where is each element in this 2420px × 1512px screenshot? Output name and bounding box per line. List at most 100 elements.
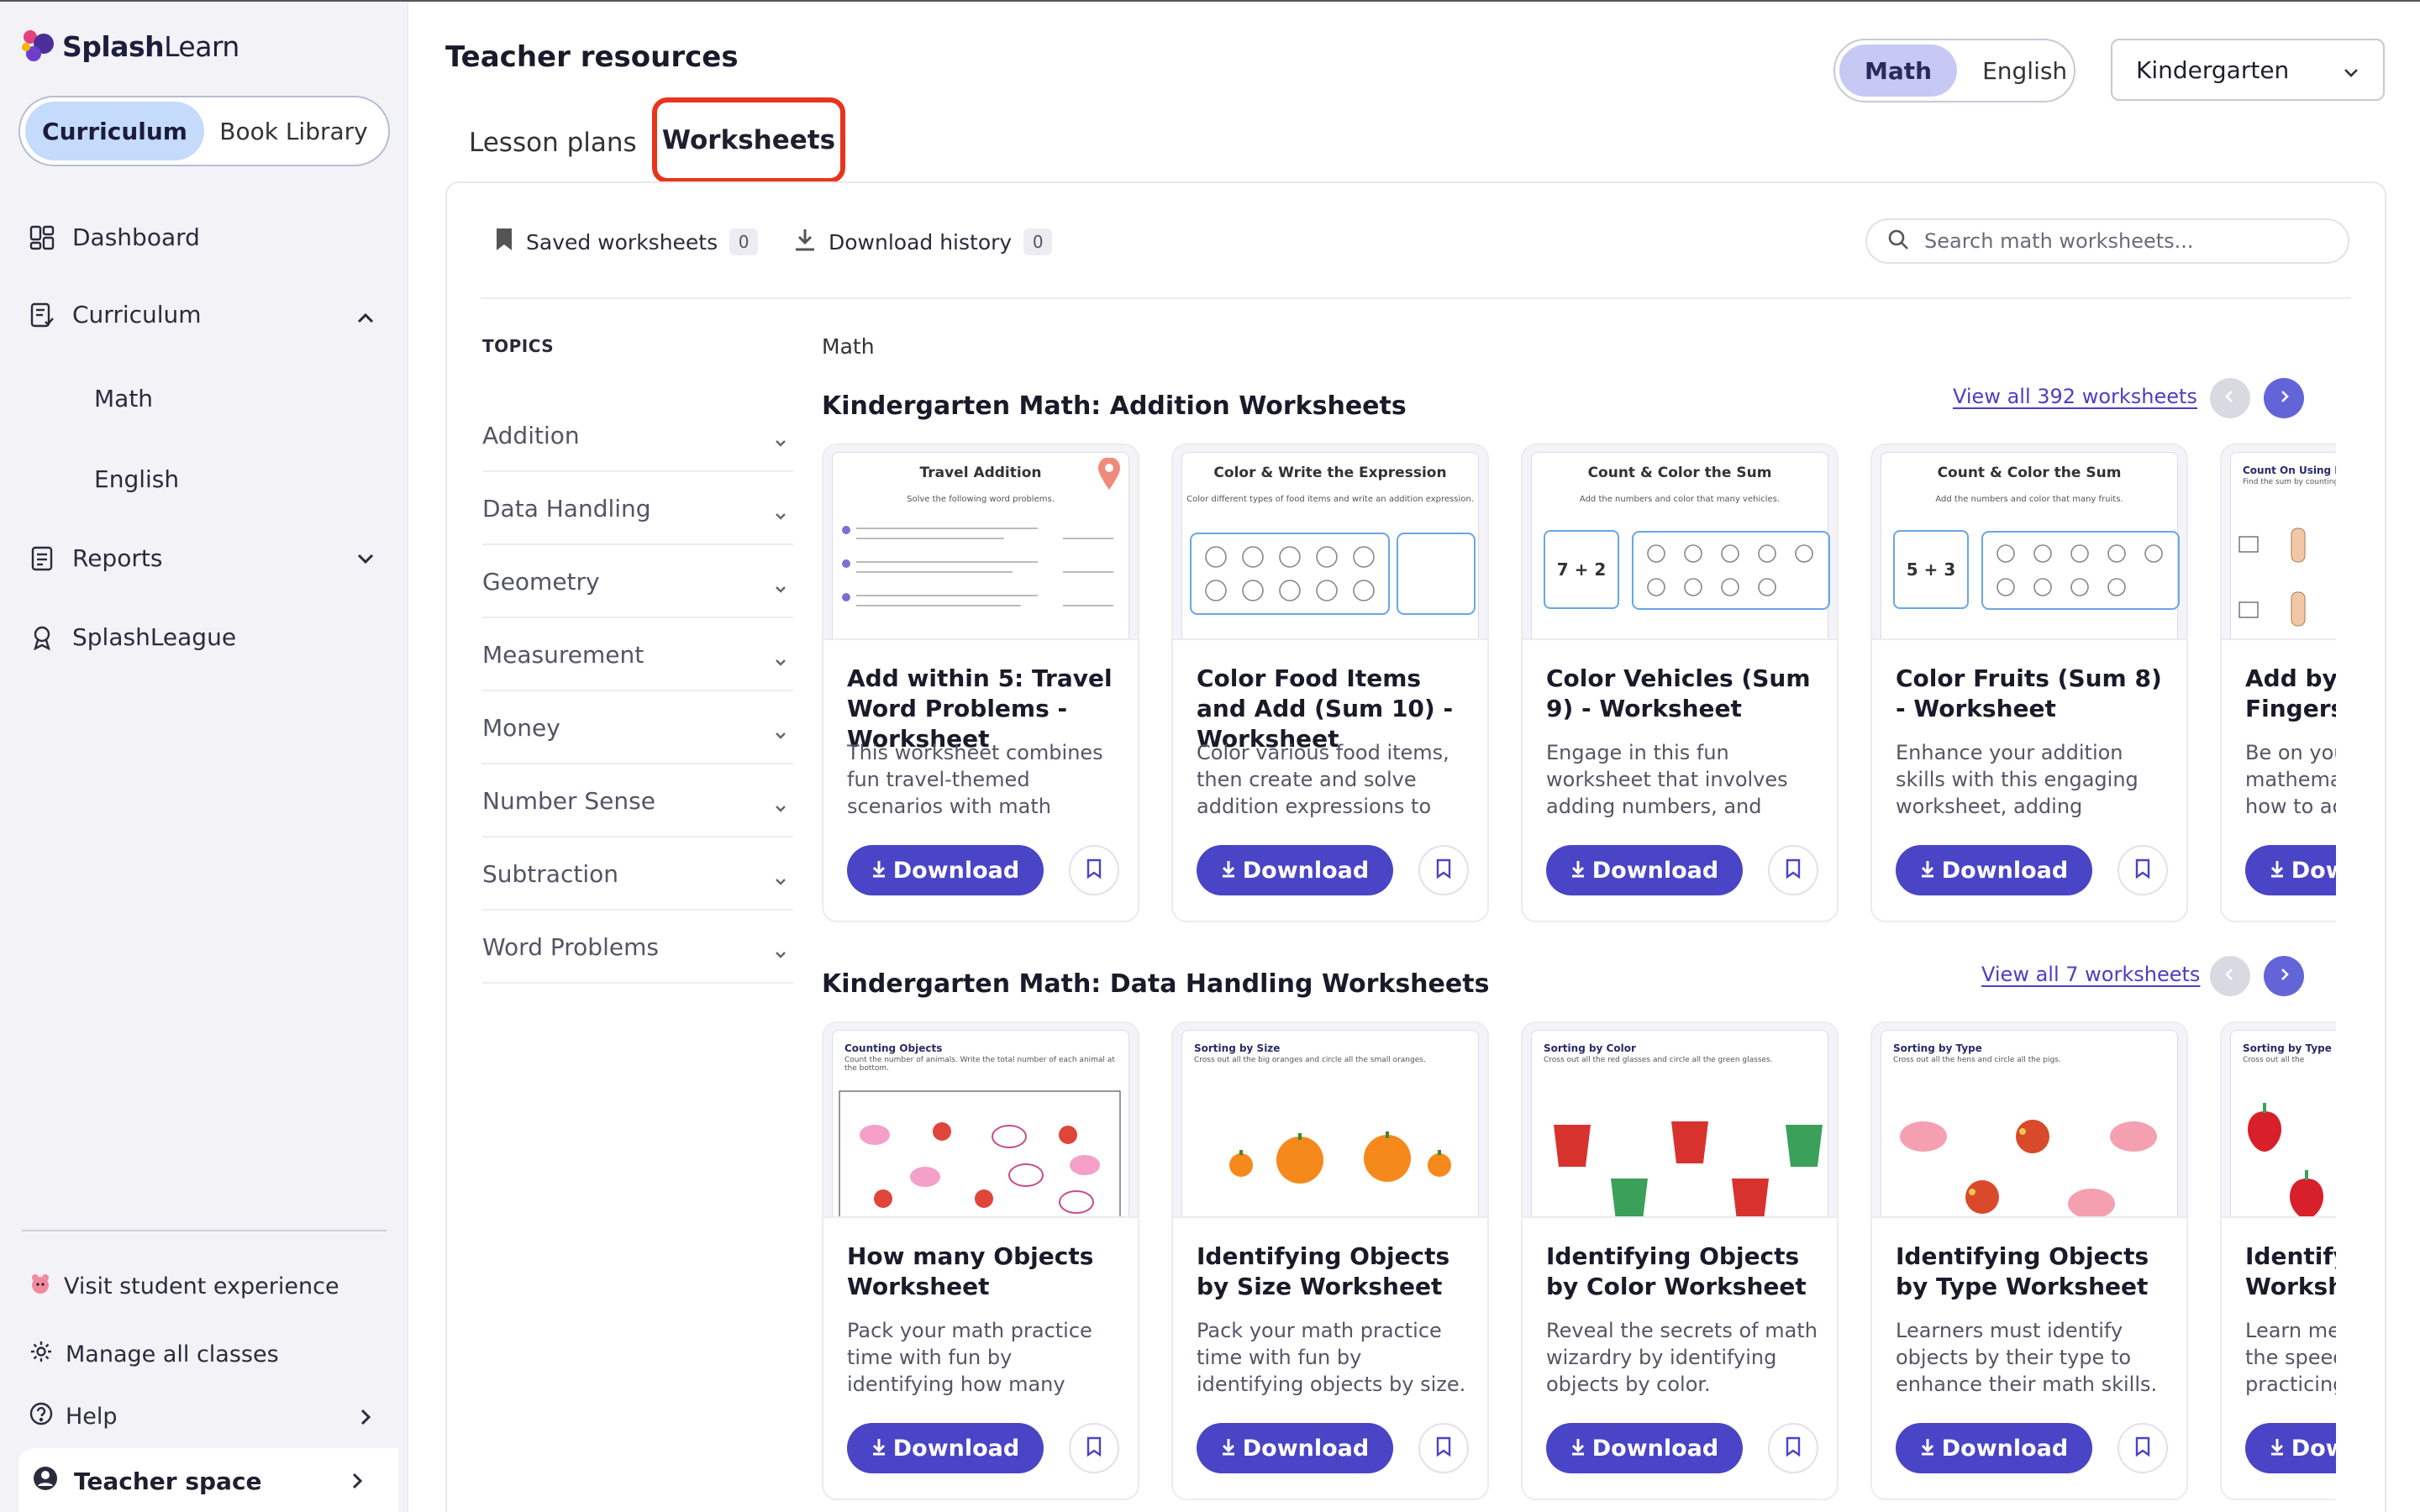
download-button[interactable]: Download <box>1896 845 2092 895</box>
download-history-link[interactable]: Download history 0 <box>793 227 1053 257</box>
worksheet-card[interactable]: Sorting by Color Cross out all the red gl… <box>1521 1021 1839 1500</box>
view-all-worksheets-link[interactable]: View all 392 worksheets <box>1953 385 2197 408</box>
logo-icon <box>18 27 57 66</box>
search-input[interactable] <box>1924 229 2328 253</box>
worksheet-thumbnail[interactable]: Color & Write the Expression Color differ… <box>1173 445 1487 640</box>
tab-lesson-plans[interactable]: Lesson plans <box>469 128 637 158</box>
search-icon <box>1887 228 1909 254</box>
book-library-toggle-button[interactable]: Book Library <box>204 102 383 160</box>
topic-item[interactable]: Geometry <box>482 546 793 618</box>
worksheet-thumbnail[interactable]: Count & Color the Sum Add the numbers and… <box>1523 445 1837 640</box>
chevron-down-icon <box>773 794 788 812</box>
view-all-worksheets-link[interactable]: View all 7 worksheets <box>1981 963 2200 986</box>
tab-worksheets[interactable]: Worksheets <box>652 97 845 183</box>
worksheet-thumbnail[interactable]: Counting Objects Count the number of anim… <box>823 1023 1138 1218</box>
download-button[interactable]: Download <box>1896 1423 2092 1473</box>
worksheet-card[interactable]: Sorting by Size Cross out all the big ora… <box>1171 1021 1489 1500</box>
worksheet-card[interactable]: Counting Objects Count the number of anim… <box>822 1021 1139 1500</box>
worksheet-thumbnail[interactable]: Count On Using Fing Find the sum by count… <box>2222 445 2336 640</box>
bookmark-icon <box>494 227 514 257</box>
carousel-prev-button[interactable] <box>2210 956 2250 996</box>
worksheet-title[interactable]: Add by Counting Fingers Worksheet <box>2245 664 2336 724</box>
topic-item[interactable]: Data Handling <box>482 473 793 545</box>
teacher-space-button[interactable]: Teacher space <box>18 1448 398 1512</box>
download-button[interactable]: Download <box>847 1423 1044 1473</box>
worksheet-title[interactable]: Identify Objects Worksheet <box>2245 1242 2336 1302</box>
worksheet-title[interactable]: Color Fruits (Sum 8) - Worksheet <box>1896 664 2173 724</box>
download-button[interactable]: Download <box>847 845 1044 895</box>
splashlearn-logo[interactable]: SplashLearn <box>18 27 239 66</box>
topic-item[interactable]: Word Problems <box>482 911 793 984</box>
sidebar-item-reports[interactable]: Reports <box>29 544 162 572</box>
chevron-down-icon[interactable] <box>353 546 378 571</box>
topic-item[interactable]: Addition <box>482 400 793 472</box>
help-link[interactable]: Help <box>29 1401 118 1432</box>
sidebar-item-curriculum[interactable]: Curriculum <box>29 301 202 328</box>
worksheet-thumbnail[interactable]: Count & Color the Sum Add the numbers and… <box>1872 445 2186 640</box>
carousel-next-button[interactable] <box>2264 956 2304 996</box>
topics-heading: TOPICS <box>482 336 555 356</box>
worksheet-card[interactable]: Sorting by Type Cross out all the hens an… <box>1870 1021 2188 1500</box>
bookmark-icon <box>1785 858 1802 882</box>
curriculum-toggle-button[interactable]: Curriculum <box>25 102 204 160</box>
worksheet-card[interactable]: Sorting by Type Cross out all the Identify… <box>2220 1021 2336 1500</box>
bookmark-button[interactable] <box>1768 1423 1818 1473</box>
download-button[interactable]: Download <box>1546 845 1743 895</box>
topic-label: Subtraction <box>482 859 618 888</box>
download-button[interactable]: Download <box>1197 845 1393 895</box>
worksheet-title[interactable]: Identifying Objects by Size Worksheet <box>1197 1242 1474 1302</box>
worksheet-card[interactable]: Color & Write the Expression Color differ… <box>1171 444 1489 922</box>
bookmark-button[interactable] <box>1768 845 1818 895</box>
topic-item[interactable]: Subtraction <box>482 838 793 911</box>
worksheet-thumbnail[interactable]: Sorting by Type Cross out all the <box>2222 1023 2336 1218</box>
bookmark-button[interactable] <box>1418 1423 1469 1473</box>
sidebar-item-math[interactable]: Math <box>94 385 153 412</box>
sidebar-item-english[interactable]: English <box>94 465 179 493</box>
math-subject-button[interactable]: Math <box>1839 45 1958 97</box>
bookmark-button[interactable] <box>1418 845 1469 895</box>
topic-item[interactable]: Number Sense <box>482 765 793 837</box>
worksheet-thumbnail[interactable]: Sorting by Size Cross out all the big ora… <box>1173 1023 1487 1218</box>
worksheet-thumbnail[interactable]: Sorting by Type Cross out all the hens an… <box>1872 1023 2186 1218</box>
worksheet-thumbnail[interactable]: Sorting by Color Cross out all the red gl… <box>1523 1023 1837 1218</box>
worksheet-title[interactable]: How many Objects Worksheet <box>847 1242 1124 1302</box>
thumbnail-instructions: Count the number of animals. Write the t… <box>844 1056 1115 1073</box>
visit-student-experience-link[interactable]: Visit student experience <box>29 1272 339 1301</box>
carousel-prev-button[interactable] <box>2210 378 2250 418</box>
chevron-up-icon[interactable] <box>353 306 378 331</box>
grade-select[interactable]: Kindergarten <box>2111 39 2385 101</box>
bookmark-icon <box>1785 1436 1802 1460</box>
chevron-right-icon[interactable] <box>353 1404 378 1430</box>
saved-worksheets-link[interactable]: Saved worksheets 0 <box>494 227 759 257</box>
thumbnail-sheet: Count & Color the Sum Add the numbers and… <box>1531 452 1830 638</box>
download-button[interactable]: Download <box>2245 845 2336 895</box>
worksheet-title[interactable]: Color Vehicles (Sum 9) - Worksheet <box>1546 664 1823 724</box>
bookmark-button[interactable] <box>2118 1423 2168 1473</box>
bookmark-button[interactable] <box>1069 845 1119 895</box>
thumbnail-sheet: Sorting by Type Cross out all the <box>2230 1030 2336 1216</box>
download-button[interactable]: Download <box>1197 1423 1393 1473</box>
worksheet-card[interactable]: Count & Color the Sum Add the numbers and… <box>1870 444 2188 922</box>
download-button[interactable]: Download <box>2245 1423 2336 1473</box>
worksheet-card[interactable]: Count On Using Fing Find the sum by count… <box>2220 444 2336 922</box>
sidebar-item-splashleague[interactable]: SplashLeague <box>29 623 236 651</box>
bookmark-button[interactable] <box>2118 845 2168 895</box>
carousel-next-button[interactable] <box>2264 378 2304 418</box>
user-icon <box>32 1465 59 1498</box>
worksheet-card[interactable]: Travel Addition Solve the following word … <box>822 444 1139 922</box>
bookmark-button[interactable] <box>1069 1423 1119 1473</box>
worksheet-title[interactable]: Identifying Objects by Type Worksheet <box>1896 1242 2173 1302</box>
manage-classes-link[interactable]: Manage all classes <box>29 1339 279 1370</box>
thumbnail-instructions: Add the numbers and color that many frui… <box>1935 495 2123 504</box>
download-button[interactable]: Download <box>1546 1423 1743 1473</box>
topic-item[interactable]: Measurement <box>482 619 793 691</box>
topic-item[interactable]: Money <box>482 692 793 764</box>
worksheet-description: Enhance your addition skills with this e… <box>1896 741 2139 818</box>
sidebar-item-label: Reports <box>72 544 163 572</box>
worksheet-title[interactable]: Identifying Objects by Color Worksheet <box>1546 1242 1823 1302</box>
sidebar: SplashLearn Curriculum Book Library Dash… <box>0 2 408 1512</box>
english-subject-button[interactable]: English <box>1957 45 2092 97</box>
sidebar-item-dashboard[interactable]: Dashboard <box>29 223 200 251</box>
worksheet-thumbnail[interactable]: Travel Addition Solve the following word … <box>823 445 1138 640</box>
worksheet-card[interactable]: Count & Color the Sum Add the numbers and… <box>1521 444 1839 922</box>
